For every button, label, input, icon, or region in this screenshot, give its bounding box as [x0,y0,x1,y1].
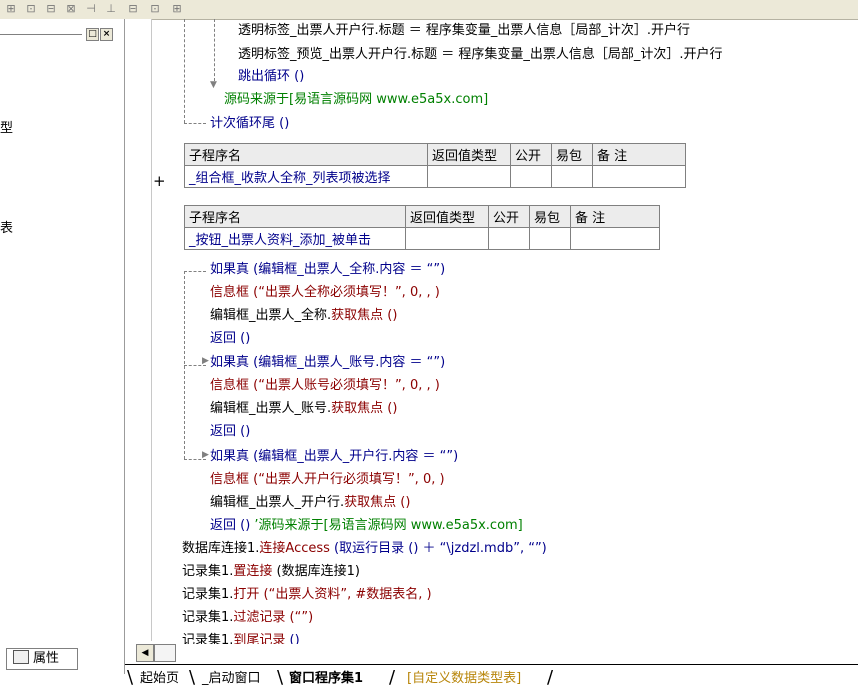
panel-text: 型 [0,121,14,136]
properties-label: 属性 [33,651,60,666]
grid-icon[interactable]: ⊠ [62,2,80,16]
subroutine-table: 子程序名 返回值类型 公开 易包 备 注 _组合框_收款人全称_列表项被选择 [184,143,686,188]
table-header: 易包 [529,205,571,228]
resize-icon[interactable]: ⊞ [168,2,186,16]
panel-titlebar: □ × [0,28,122,41]
block-guide [184,19,185,123]
subroutine-table: 子程序名 返回值类型 公开 易包 备 注 _按钮_出票人资料_添加_被单击 [184,205,660,250]
table-cell[interactable] [488,227,530,250]
align-icon[interactable]: ⊥ [102,2,120,16]
table-cell[interactable] [510,165,552,188]
code-line[interactable]: 记录集1.置连接 (数据库连接1) [182,563,360,581]
restore-button[interactable]: □ [86,28,99,41]
scroll-left-icon[interactable]: ◀ [136,644,154,662]
grid-icon[interactable]: ⊞ [2,2,20,16]
code-editor[interactable]: ▼ 透明标签_出票人开户行.标题 ＝ 程序集变量_出票人信息［局部_计次］.开户… [152,19,858,648]
code-line[interactable]: 编辑框_出票人_账号.获取焦点 () [210,400,397,418]
grid-icon[interactable]: ⊡ [22,2,40,16]
arrow-down-icon: ▼ [210,80,217,90]
tab-custom-types[interactable]: [自定义数据类型表] [407,669,521,689]
code-line[interactable]: 编辑框_出票人_开户行.获取焦点 () [210,494,410,512]
block-guide [184,271,206,272]
code-line[interactable]: 信息框 (“出票人开户行必须填写！”, 0, ) [210,471,445,489]
table-header: 返回值类型 [427,143,511,166]
table-header: 子程序名 [184,143,428,166]
table-header: 公开 [510,143,552,166]
editor-gutter [125,19,152,641]
code-line[interactable]: 如果真 (编辑框_出票人_账号.内容 ＝ “”) [210,354,445,372]
panel-text: 表 [0,221,14,236]
arrow-right-icon: ▶ [202,356,209,366]
tab-separator: / [547,667,554,688]
tab-start-page[interactable]: 起始页 [140,669,179,689]
resize-icon[interactable]: ⊟ [124,2,142,16]
properties-icon [13,650,29,664]
tab-window-assembly[interactable]: 窗口程序集1 [289,669,363,689]
table-cell[interactable] [570,227,660,250]
titlebar-line [0,34,82,36]
table-cell[interactable] [427,165,511,188]
tab-bar: \ 起始页 \ _启动窗口 \ 窗口程序集1 / [自定义数据类型表] / [125,664,858,696]
table-header: 备 注 [592,143,686,166]
table-cell[interactable] [529,227,571,250]
code-line[interactable]: 计次循环尾 () [210,115,289,133]
tab-separator: \ [277,667,284,688]
block-guide [214,19,215,81]
code-line[interactable]: 源码来源于[易语言源码网 www.e5a5x.com] [224,91,488,109]
code-line[interactable]: 返回 () [210,330,250,348]
table-cell[interactable] [592,165,686,188]
table-header: 易包 [551,143,593,166]
subroutine-name[interactable]: _按钮_出票人资料_添加_被单击 [184,227,406,250]
table-header: 子程序名 [184,205,406,228]
resize-icon[interactable]: ⊡ [146,2,164,16]
block-guide [184,123,206,124]
horizontal-scrollbar[interactable]: ◀ [136,644,858,662]
code-line[interactable]: 透明标签_出票人开户行.标题 ＝ 程序集变量_出票人信息［局部_计次］.开户行 [238,22,690,40]
code-line[interactable]: 记录集1.过滤记录 (“”) [182,609,313,627]
code-line[interactable]: 编辑框_出票人_全称.获取焦点 () [210,307,397,325]
close-button[interactable]: × [100,28,113,41]
code-line[interactable]: 如果真 (编辑框_出票人_开户行.内容 ＝ “”) [210,448,458,466]
tab-separator: \ [127,667,134,688]
code-line[interactable]: 透明标签_预览_出票人开户行.标题 ＝ 程序集变量_出票人信息［局部_计次］.开… [238,46,723,64]
tab-separator: \ [189,667,196,688]
code-line[interactable]: 记录集1.打开 (“出票人资料”, #数据表名, ) [182,586,432,604]
scroll-thumb[interactable] [154,644,176,662]
tab-separator: / [389,667,396,688]
tab-startup-window[interactable]: _启动窗口 [202,669,261,689]
properties-button[interactable]: 属性 [6,648,78,670]
code-line[interactable]: 返回 () ’源码来源于[易语言源码网 www.e5a5x.com] [210,517,523,535]
table-cell[interactable] [551,165,593,188]
code-line[interactable]: 信息框 (“出票人全称必须填写！”, 0, , ) [210,284,440,302]
left-panel: □ × 型 表 [0,19,125,674]
table-header: 返回值类型 [405,205,489,228]
toolbar: ⊞ ⊡ ⊟ ⊠ ⊣ ⊥ ⊟ ⊡ ⊞ [0,0,858,20]
code-line[interactable]: 信息框 (“出票人账号必须填写！”, 0, , ) [210,377,440,395]
code-line[interactable]: 数据库连接1.连接Access (取运行目录 () ＋ “\jzdzl.mdb”… [182,540,547,558]
code-line[interactable]: 跳出循环 () [238,68,304,86]
table-header: 公开 [488,205,530,228]
grid-icon[interactable]: ⊟ [42,2,60,16]
subroutine-name[interactable]: _组合框_收款人全称_列表项被选择 [184,165,428,188]
code-line[interactable]: 返回 () [210,423,250,441]
table-cell[interactable] [405,227,489,250]
arrow-right-icon: ▶ [202,450,209,460]
align-icon[interactable]: ⊣ [82,2,100,16]
table-header: 备 注 [570,205,660,228]
code-line[interactable]: 如果真 (编辑框_出票人_全称.内容 ＝ “”) [210,261,445,279]
